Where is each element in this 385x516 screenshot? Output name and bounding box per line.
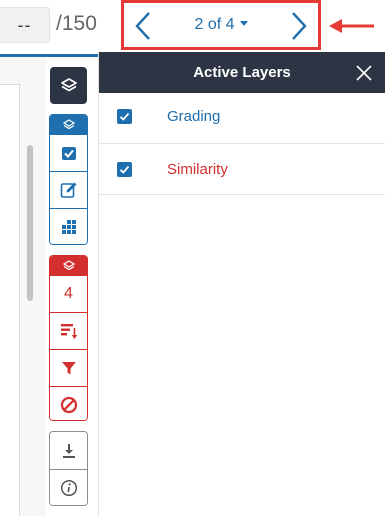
- download-button[interactable]: [50, 432, 87, 469]
- document-page: [0, 84, 20, 516]
- similarity-layer-checkbox[interactable]: [117, 162, 132, 177]
- rubric-button[interactable]: [50, 134, 87, 171]
- layer-row-similarity: Similarity: [99, 144, 385, 195]
- page-navigator: 2 of 4: [121, 0, 321, 50]
- similarity-tool-group: 4: [49, 255, 88, 421]
- grading-layer-label[interactable]: Grading: [167, 108, 220, 125]
- layer-row-grading: Grading: [99, 93, 385, 144]
- page-indicator-label: 2 of 4: [194, 16, 235, 33]
- panel-header: Active Layers: [99, 52, 385, 93]
- score-total: /150: [56, 12, 97, 35]
- next-page-button[interactable]: [286, 9, 312, 43]
- header-bar: -- /150 2 of 4: [0, 0, 385, 57]
- document-scrollbar[interactable]: [27, 145, 33, 301]
- sort-icon: [60, 324, 77, 339]
- sort-matches-button[interactable]: [50, 312, 87, 349]
- exclude-icon: [60, 396, 77, 414]
- grading-layer-header: [50, 115, 87, 134]
- active-layers-panel: Active Layers Grading Similarity: [98, 52, 385, 516]
- grading-tool-group: [49, 114, 88, 245]
- similarity-layer-label[interactable]: Similarity: [167, 161, 228, 178]
- similarity-layer-header: [50, 256, 87, 275]
- info-icon: [60, 479, 77, 497]
- grading-layer-checkbox[interactable]: [117, 109, 132, 124]
- exclude-sources-button[interactable]: [50, 386, 87, 420]
- check-icon: [119, 165, 130, 174]
- caret-down-icon: [239, 21, 248, 27]
- comment-edit-button[interactable]: [50, 171, 87, 208]
- chevron-right-icon: [292, 12, 307, 40]
- score-input[interactable]: --: [0, 7, 50, 43]
- checkbox-icon: [61, 147, 76, 160]
- active-layers-button[interactable]: [50, 67, 87, 104]
- grid-icon: [61, 220, 76, 234]
- annotation-arrow: [329, 19, 374, 33]
- close-icon[interactable]: [355, 64, 373, 82]
- check-icon: [119, 112, 130, 121]
- utility-tool-group: [49, 431, 88, 506]
- filter-icon: [61, 362, 76, 375]
- panel-title: Active Layers: [193, 64, 291, 81]
- document-viewer: [0, 57, 46, 516]
- filter-button[interactable]: [50, 349, 87, 386]
- download-icon: [62, 443, 75, 458]
- layers-icon: [60, 77, 77, 91]
- info-button[interactable]: [50, 469, 87, 505]
- layers-icon: [62, 259, 75, 270]
- layers-icon: [62, 118, 75, 129]
- similarity-count-button[interactable]: 4: [50, 275, 87, 312]
- edit-icon: [60, 182, 76, 198]
- similarity-count: 4: [64, 285, 73, 302]
- grid-view-button[interactable]: [50, 208, 87, 244]
